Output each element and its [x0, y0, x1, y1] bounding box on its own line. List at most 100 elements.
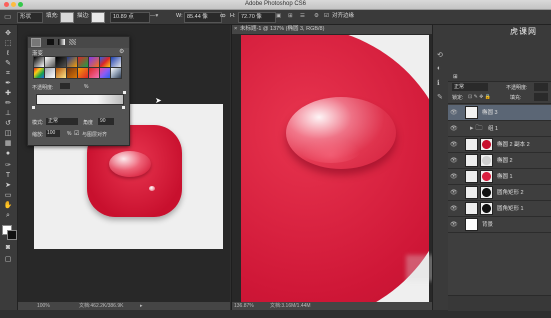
gradient-swatch[interactable]: [55, 56, 67, 68]
left-zoom-level[interactable]: 100%: [37, 302, 50, 310]
visibility-eye-icon[interactable]: 👁: [450, 205, 458, 212]
background-color-swatch[interactable]: [7, 230, 17, 240]
crop-tool-icon[interactable]: ⌗: [3, 69, 13, 78]
layer-row[interactable]: 👁 圆角矩形 2: [448, 185, 551, 201]
gradient-swatch[interactable]: [110, 56, 122, 68]
lock-icons[interactable]: ⊡ ✎ ✥ 🔒: [468, 94, 491, 100]
visibility-eye-icon[interactable]: 👁: [450, 173, 458, 180]
shape-tool-icon[interactable]: ▭: [4, 12, 12, 21]
left-status-arrow-icon[interactable]: ▸: [140, 302, 143, 310]
right-canvas[interactable]: [241, 35, 429, 303]
visibility-eye-icon[interactable]: 👁: [450, 109, 458, 116]
path-ops-icon[interactable]: ▣: [276, 12, 281, 21]
visibility-eye-icon[interactable]: 👁: [450, 221, 458, 228]
pen-tool-icon[interactable]: ✑: [3, 161, 13, 170]
gradient-opacity-field[interactable]: [60, 83, 70, 89]
shape-mode-select[interactable]: 形状: [17, 12, 43, 23]
gradient-mode-select[interactable]: 正常: [46, 118, 78, 125]
blend-mode-select[interactable]: 正常: [452, 83, 488, 91]
width-field[interactable]: 85.44 像: [184, 12, 222, 23]
type-tool-icon[interactable]: T: [3, 171, 13, 180]
gradient-preview-bar[interactable]: [36, 94, 124, 105]
pattern-fill-icon[interactable]: [69, 39, 76, 45]
hand-tool-icon[interactable]: ✋: [3, 201, 13, 210]
visibility-eye-icon[interactable]: 👁: [450, 189, 458, 196]
path-align-icon[interactable]: ⊞: [288, 12, 293, 21]
gradient-swatch[interactable]: [44, 67, 56, 79]
document-tab[interactable]: × 未标题-1 @ 137% (椭圆 3, RGB/8): [232, 25, 432, 34]
visibility-eye-icon[interactable]: 👁: [450, 157, 458, 164]
solid-fill-icon[interactable]: [47, 39, 54, 45]
layer-mask-thumbnail: [480, 202, 493, 215]
gradient-swatch[interactable]: [44, 56, 56, 68]
gradient-swatch[interactable]: [77, 67, 89, 79]
lasso-tool-icon[interactable]: ℓ: [3, 49, 13, 58]
gradient-scale-field[interactable]: 100: [46, 130, 60, 137]
healing-brush-icon[interactable]: ✚: [3, 89, 13, 98]
screen-mode-icon[interactable]: ▢: [3, 255, 13, 264]
move-tool-icon[interactable]: ✥: [3, 29, 13, 38]
align-with-layer-checkbox[interactable]: ☑: [74, 130, 79, 137]
stroke-width-field[interactable]: 10.89 点: [110, 12, 150, 23]
gradient-swatch[interactable]: [99, 56, 111, 68]
height-field[interactable]: 72.70 像: [238, 12, 276, 23]
link-icon[interactable]: ꝏ: [220, 12, 226, 21]
zoom-tool-icon[interactable]: ⌕: [3, 211, 13, 220]
gradient-stop-right[interactable]: [122, 106, 125, 109]
close-tab-icon[interactable]: ×: [234, 25, 237, 34]
gear-icon[interactable]: ⚙: [314, 12, 319, 21]
gradient-swatch[interactable]: [88, 56, 100, 68]
layer-row[interactable]: 👁 椭圆 2 副本 2: [448, 137, 551, 153]
layers-panel: 虎课网 ⊞ 正常 不透明度: 锁定: ⊡ ✎ ✥ 🔒 填充: 👁 椭圆 3 👁 ▸ 🗀…: [448, 25, 551, 311]
path-arrange-icon[interactable]: ☰: [300, 12, 305, 21]
gradient-swatch[interactable]: [99, 67, 111, 79]
quick-mask-icon[interactable]: ◙: [3, 243, 13, 252]
gradient-swatch[interactable]: [77, 56, 89, 68]
layer-row[interactable]: 👁 椭圆 1: [448, 169, 551, 185]
layer-opacity-field[interactable]: [534, 83, 548, 91]
adjustments-panel-icon[interactable]: ◐: [437, 65, 441, 72]
brush-tool-icon[interactable]: ✏: [3, 99, 13, 108]
stroke-swatch[interactable]: [91, 12, 105, 23]
gradient-tool-icon[interactable]: ▦: [3, 139, 13, 148]
marquee-tool-icon[interactable]: ⬚: [3, 39, 13, 48]
history-panel-icon[interactable]: ⟲: [437, 51, 443, 59]
align-edges-checkbox[interactable]: ☑: [324, 12, 329, 21]
gradient-swatch[interactable]: [88, 67, 100, 79]
folder-icon[interactable]: ▸ 🗀: [470, 124, 482, 135]
stroke-type-icon[interactable]: —▾: [150, 12, 158, 21]
path-select-icon[interactable]: ➤: [3, 181, 13, 190]
gradient-angle-field[interactable]: 90: [98, 118, 114, 125]
layer-mask-thumbnail: [480, 170, 493, 183]
dodge-tool-icon[interactable]: ●: [3, 149, 13, 158]
gradient-swatch[interactable]: [33, 67, 45, 79]
eyedropper-icon[interactable]: ✒: [3, 79, 13, 88]
layer-row[interactable]: 👁 背景: [448, 217, 551, 233]
gradient-swatch[interactable]: [66, 67, 78, 79]
history-brush-icon[interactable]: ↺: [3, 119, 13, 128]
gradient-stop-top[interactable]: [123, 91, 126, 94]
visibility-eye-icon[interactable]: 👁: [450, 125, 458, 132]
layer-row[interactable]: 👁 椭圆 2: [448, 153, 551, 169]
rectangle-tool-icon[interactable]: ▭: [3, 191, 13, 200]
gradient-swatch[interactable]: [55, 67, 67, 79]
gear-icon[interactable]: ⚙: [119, 48, 124, 55]
gradient-swatch[interactable]: [110, 67, 122, 79]
stamp-tool-icon[interactable]: ⊥: [3, 109, 13, 118]
layer-row[interactable]: 👁 圆角矩形 1: [448, 201, 551, 217]
layer-row[interactable]: 👁 ▸ 🗀 组 1: [448, 121, 551, 137]
brush-panel-icon[interactable]: ✎: [437, 93, 443, 101]
gradient-type-icon[interactable]: [31, 38, 41, 47]
gradient-swatch[interactable]: [33, 56, 45, 68]
layer-row[interactable]: 👁 椭圆 3: [448, 105, 551, 121]
properties-panel-icon[interactable]: ℹ: [437, 79, 440, 87]
visibility-eye-icon[interactable]: 👁: [450, 141, 458, 148]
gradient-stop-left[interactable]: [32, 106, 35, 109]
layer-fill-field[interactable]: [534, 93, 548, 101]
right-zoom-level[interactable]: 136.87%: [234, 302, 254, 310]
gradient-fill-icon[interactable]: [58, 39, 65, 45]
eraser-tool-icon[interactable]: ◫: [3, 129, 13, 138]
gradient-swatch[interactable]: [66, 56, 78, 68]
fill-swatch[interactable]: [60, 12, 74, 23]
quick-select-icon[interactable]: ✎: [3, 59, 13, 68]
